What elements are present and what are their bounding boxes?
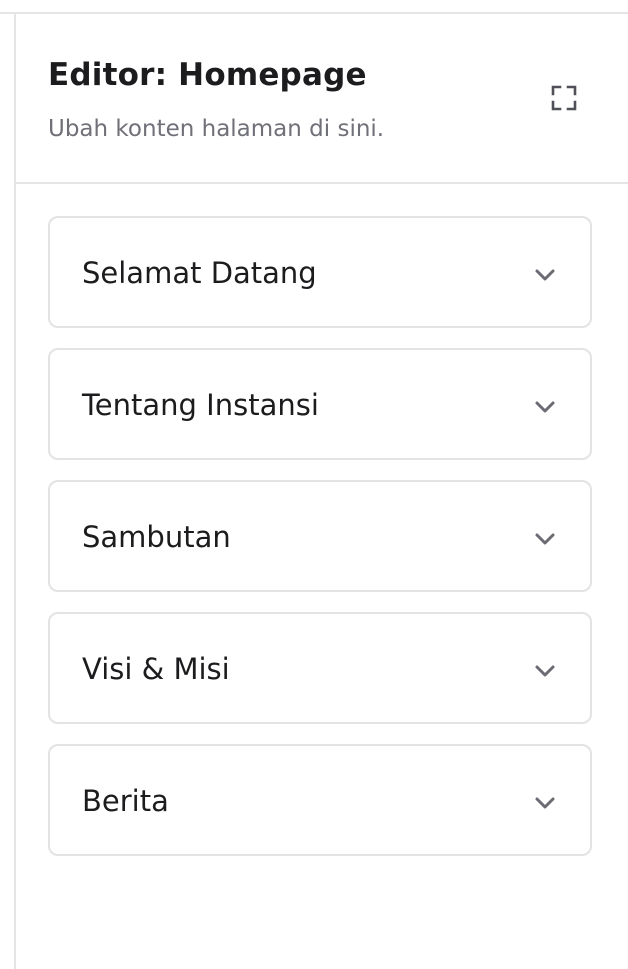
accordion-tentang-instansi[interactable]: Tentang Instansi: [48, 348, 592, 460]
chevron-down-icon: [532, 526, 558, 552]
chevron-down-icon: [532, 658, 558, 684]
editor-panel: Editor: Homepage Ubah konten halaman di …: [0, 0, 628, 969]
page-subtitle: Ubah konten halaman di sini.: [48, 116, 385, 142]
accordion-visi-misi[interactable]: Visi & Misi: [48, 612, 592, 724]
accordion-selamat-datang[interactable]: Selamat Datang: [48, 216, 592, 328]
accordion-label: Visi & Misi: [82, 652, 230, 686]
chevron-down-icon: [532, 394, 558, 420]
page-title: Editor: Homepage: [48, 57, 367, 93]
accordion-berita[interactable]: Berita: [48, 744, 592, 856]
accordion-label: Selamat Datang: [82, 256, 317, 290]
accordion-sambutan[interactable]: Sambutan: [48, 480, 592, 592]
accordion-label: Tentang Instansi: [82, 388, 319, 422]
editor-header: Editor: Homepage Ubah konten halaman di …: [16, 14, 628, 184]
expand-icon: [551, 85, 577, 111]
expand-button[interactable]: [546, 80, 582, 116]
accordion-label: Sambutan: [82, 520, 231, 554]
chevron-down-icon: [532, 262, 558, 288]
chevron-down-icon: [532, 790, 558, 816]
accordion-label: Berita: [82, 784, 169, 818]
